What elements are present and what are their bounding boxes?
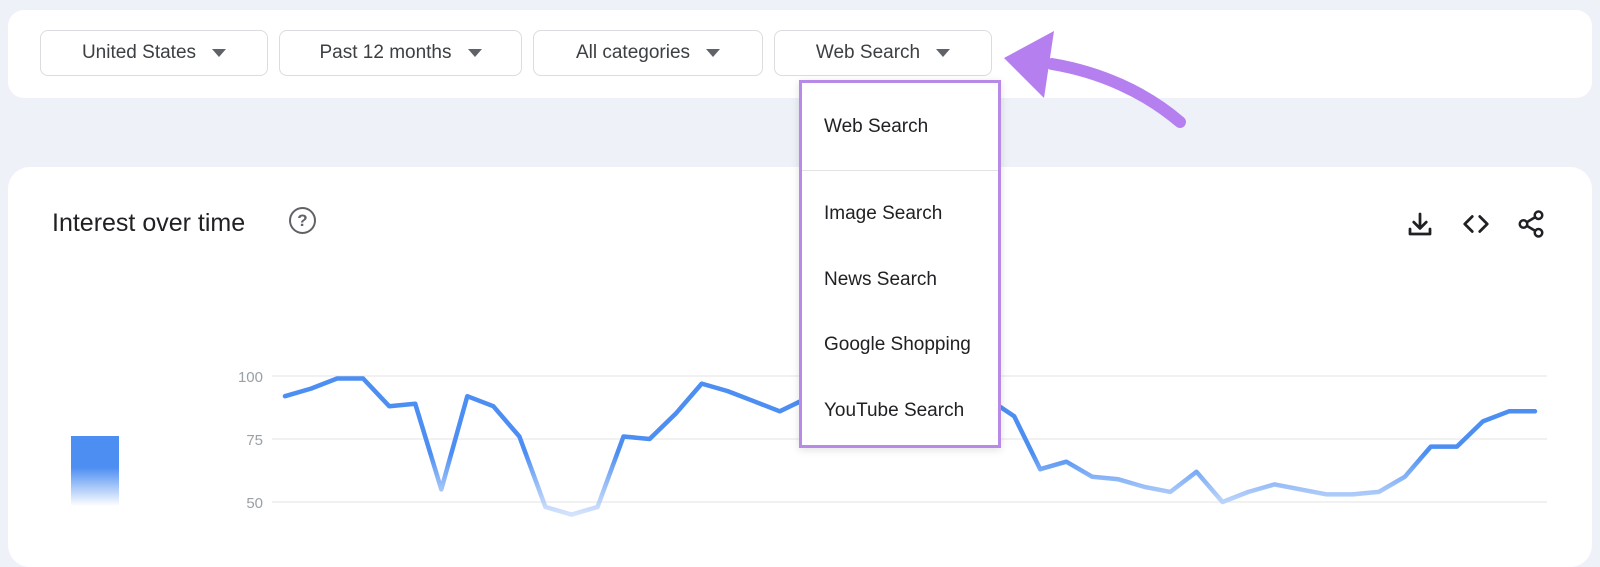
search-type-dropdown-menu: Web Search Image Search News Search Goog… [799, 80, 1001, 448]
y-tick-label: 75 [246, 432, 263, 449]
y-tick-label: 100 [238, 369, 263, 386]
menu-item-google-shopping[interactable]: Google Shopping [824, 334, 986, 356]
menu-item-image-search[interactable]: Image Search [824, 203, 986, 225]
menu-item-web-search[interactable]: Web Search [824, 116, 986, 138]
menu-divider [802, 170, 998, 171]
menu-item-youtube-search[interactable]: YouTube Search [824, 400, 986, 422]
y-tick-label: 50 [246, 495, 263, 512]
menu-item-news-search[interactable]: News Search [824, 269, 986, 291]
